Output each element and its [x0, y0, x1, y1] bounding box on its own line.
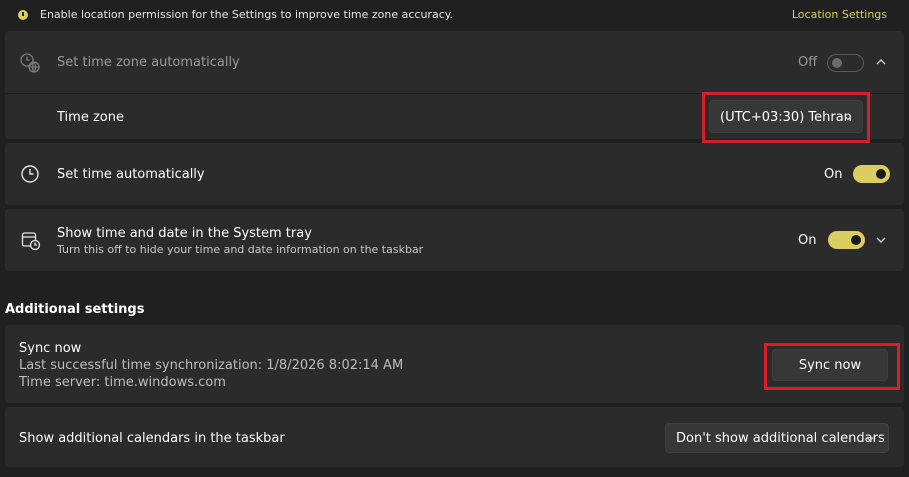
location-banner: Enable location permission for the Setti…	[0, 0, 909, 30]
set-time-zone-auto-state: Off	[798, 55, 818, 70]
system-tray-label: Show time and date in the System tray	[57, 226, 312, 241]
system-tray-description: Turn this off to hide your time and date…	[57, 243, 424, 256]
set-time-zone-auto-row: Set time zone automatically Off	[5, 31, 904, 93]
set-time-auto-toggle[interactable]	[853, 165, 890, 183]
globe-clock-icon	[19, 52, 41, 74]
additional-settings-heading: Additional settings	[5, 302, 145, 317]
calendar-clock-icon	[21, 231, 41, 251]
sync-now-highlight	[764, 343, 900, 390]
time-zone-highlight	[702, 92, 870, 143]
set-time-auto-state: On	[824, 167, 843, 182]
system-tray-state: On	[798, 233, 817, 248]
warning-icon	[18, 10, 28, 20]
location-settings-link[interactable]: Location Settings	[792, 8, 887, 21]
chevron-up-icon[interactable]	[875, 56, 887, 68]
system-tray-toggle[interactable]	[828, 231, 865, 249]
set-time-auto-label: Set time automatically	[57, 167, 205, 182]
system-tray-row: Show time and date in the System tray Tu…	[5, 209, 904, 271]
chevron-down-icon[interactable]	[875, 234, 887, 246]
clock-icon	[20, 164, 40, 184]
calendars-label: Show additional calendars in the taskbar	[19, 431, 285, 446]
set-time-auto-row: Set time automatically On	[5, 143, 904, 205]
banner-message: Enable location permission for the Setti…	[40, 8, 454, 21]
sync-time-server: Time server: time.windows.com	[19, 375, 226, 390]
calendars-row: Show additional calendars in the taskbar…	[5, 407, 904, 467]
sync-title: Sync now	[19, 341, 82, 356]
sync-last-success: Last successful time synchronization: 1/…	[19, 358, 404, 373]
calendars-dropdown[interactable]: Don't show additional calendars	[665, 423, 889, 453]
set-time-zone-auto-label: Set time zone automatically	[57, 55, 240, 70]
chevron-down-icon	[865, 434, 875, 444]
calendars-value: Don't show additional calendars	[676, 431, 885, 446]
set-time-zone-auto-toggle[interactable]	[827, 54, 864, 72]
time-zone-label: Time zone	[57, 110, 124, 125]
